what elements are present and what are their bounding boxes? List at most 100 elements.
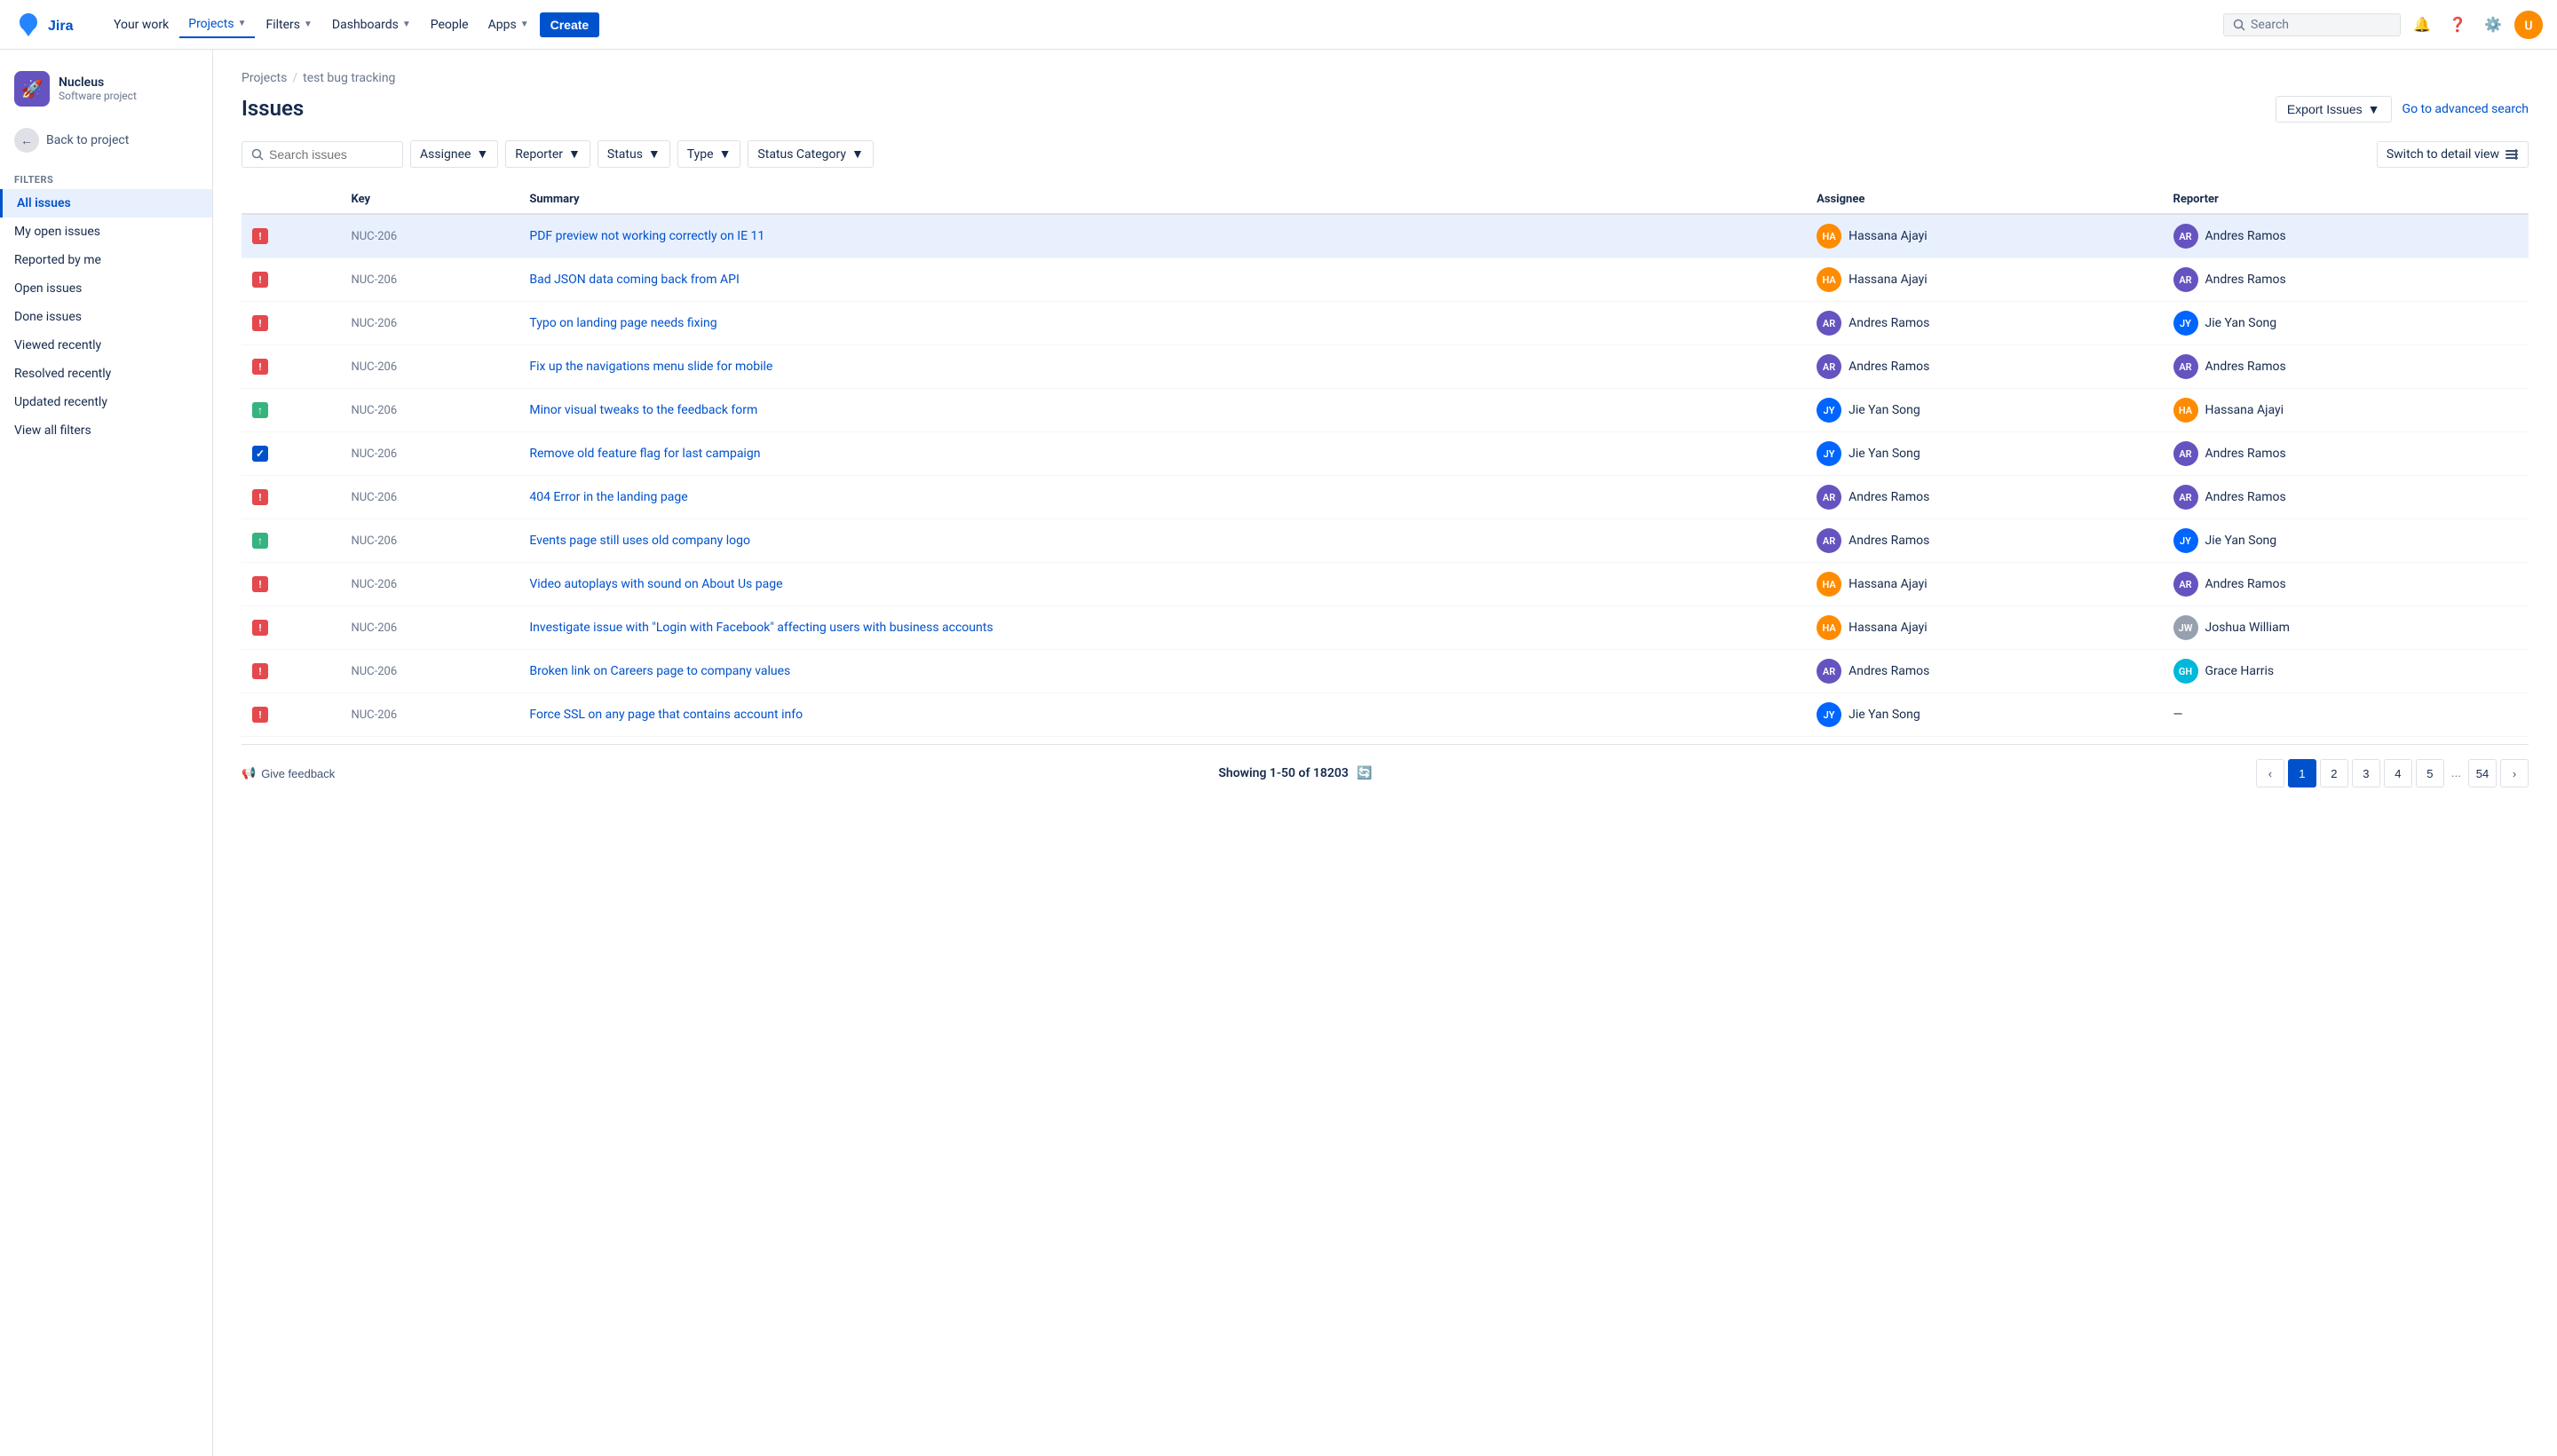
assignee-avatar: AR xyxy=(1817,528,1841,553)
cell-type: ! xyxy=(241,345,340,389)
sidebar-item-view-all-filters[interactable]: View all filters xyxy=(0,416,212,445)
sidebar-item-resolved-recently[interactable]: Resolved recently xyxy=(0,360,212,388)
table-row[interactable]: ↑NUC-206Minor visual tweaks to the feedb… xyxy=(241,389,2529,432)
cell-key: NUC-206 xyxy=(340,432,519,476)
cell-key: NUC-206 xyxy=(340,650,519,693)
cell-type: ✓ xyxy=(241,432,340,476)
detail-view-button[interactable]: Switch to detail view xyxy=(2377,141,2529,168)
cell-summary[interactable]: Minor visual tweaks to the feedback form xyxy=(519,389,1806,432)
cell-summary[interactable]: Video autoplays with sound on About Us p… xyxy=(519,563,1806,606)
cell-reporter: JY Jie Yan Song xyxy=(2163,519,2529,563)
cell-reporter: JY Jie Yan Song xyxy=(2163,302,2529,345)
issues-tbody: !NUC-206PDF preview not working correctl… xyxy=(241,214,2529,737)
cell-key: NUC-206 xyxy=(340,563,519,606)
cell-summary[interactable]: Investigate issue with "Login with Faceb… xyxy=(519,606,1806,650)
cell-summary[interactable]: Events page still uses old company logo xyxy=(519,519,1806,563)
status-filter[interactable]: Status ▼ xyxy=(598,140,670,168)
page-2-button[interactable]: 2 xyxy=(2320,759,2348,787)
create-button[interactable]: Create xyxy=(540,12,600,37)
page-54-button[interactable]: 54 xyxy=(2468,759,2497,787)
col-reporter: Reporter xyxy=(2163,186,2529,214)
next-page-button[interactable]: › xyxy=(2500,759,2529,787)
advanced-search-link[interactable]: Go to advanced search xyxy=(2403,102,2529,116)
cell-summary[interactable]: Broken link on Careers page to company v… xyxy=(519,650,1806,693)
cell-assignee: JY Jie Yan Song xyxy=(1806,389,2162,432)
cell-summary[interactable]: Typo on landing page needs fixing xyxy=(519,302,1806,345)
notifications-button[interactable]: 🔔 xyxy=(2408,11,2436,39)
apps-nav[interactable]: Apps ▼ xyxy=(479,12,538,37)
cell-summary[interactable]: PDF preview not working correctly on IE … xyxy=(519,214,1806,258)
cell-assignee: JY Jie Yan Song xyxy=(1806,693,2162,737)
sidebar-item-my-open-issues[interactable]: My open issues xyxy=(0,218,212,246)
col-assignee: Assignee xyxy=(1806,186,2162,214)
sidebar-items-list: All issuesMy open issuesReported by meOp… xyxy=(0,189,212,445)
reporter-avatar: GH xyxy=(2173,659,2198,684)
user-avatar[interactable]: U xyxy=(2514,11,2543,39)
reporter-filter[interactable]: Reporter ▼ xyxy=(505,140,590,168)
pagination-info: Showing 1-50 of 18203 🔄 xyxy=(1218,766,1372,780)
logo-area[interactable]: Jira xyxy=(14,11,91,39)
status-category-filter[interactable]: Status Category ▼ xyxy=(748,140,873,168)
sidebar-item-all-issues[interactable]: All issues xyxy=(0,189,212,218)
table-row[interactable]: !NUC-206Fix up the navigations menu slid… xyxy=(241,345,2529,389)
cell-type: ! xyxy=(241,606,340,650)
sidebar-item-viewed-recently[interactable]: Viewed recently xyxy=(0,331,212,360)
table-row[interactable]: ↑NUC-206Events page still uses old compa… xyxy=(241,519,2529,563)
settings-button[interactable]: ⚙️ xyxy=(2479,11,2507,39)
table-row[interactable]: !NUC-206Force SSL on any page that conta… xyxy=(241,693,2529,737)
table-row[interactable]: ✓NUC-206Remove old feature flag for last… xyxy=(241,432,2529,476)
feedback-button[interactable]: 📢 Give feedback xyxy=(241,766,335,780)
cell-summary[interactable]: Force SSL on any page that contains acco… xyxy=(519,693,1806,737)
assignee-avatar: HA xyxy=(1817,615,1841,640)
type-filter[interactable]: Type ▼ xyxy=(677,140,741,168)
main-content: Projects / test bug tracking Issues Expo… xyxy=(213,50,2557,1456)
cell-assignee: HA Hassana Ajayi xyxy=(1806,606,2162,650)
table-header: Key Summary Assignee Reporter xyxy=(241,186,2529,214)
table-row[interactable]: !NUC-206404 Error in the landing page AR… xyxy=(241,476,2529,519)
people-nav[interactable]: People xyxy=(422,12,478,37)
breadcrumb-project-link[interactable]: test bug tracking xyxy=(303,71,395,85)
your-work-nav[interactable]: Your work xyxy=(105,12,178,37)
table-row[interactable]: !NUC-206PDF preview not working correctl… xyxy=(241,214,2529,258)
refresh-icon[interactable]: 🔄 xyxy=(1357,766,1372,780)
reporter-avatar: JY xyxy=(2173,528,2198,553)
table-row[interactable]: !NUC-206Typo on landing page needs fixin… xyxy=(241,302,2529,345)
global-search[interactable]: Search xyxy=(2223,13,2401,36)
dashboards-nav[interactable]: Dashboards ▼ xyxy=(323,12,420,37)
cell-summary[interactable]: 404 Error in the landing page xyxy=(519,476,1806,519)
assignee-filter[interactable]: Assignee ▼ xyxy=(410,140,498,168)
search-issues-input[interactable] xyxy=(269,147,393,162)
sidebar-item-reported-by-me[interactable]: Reported by me xyxy=(0,246,212,274)
reporter-avatar: HA xyxy=(2173,398,2198,423)
cell-summary[interactable]: Remove old feature flag for last campaig… xyxy=(519,432,1806,476)
prev-page-button[interactable]: ‹ xyxy=(2256,759,2284,787)
search-issues-field[interactable] xyxy=(241,141,403,168)
help-button[interactable]: ❓ xyxy=(2443,11,2472,39)
breadcrumb-projects-link[interactable]: Projects xyxy=(241,71,287,85)
filters-nav[interactable]: Filters ▼ xyxy=(257,12,321,37)
sidebar-item-open-issues[interactable]: Open issues xyxy=(0,274,212,303)
sidebar-item-updated-recently[interactable]: Updated recently xyxy=(0,388,212,416)
page-ellipsis: ... xyxy=(2448,766,2465,780)
export-button[interactable]: Export Issues ▼ xyxy=(2276,96,2392,123)
table-row[interactable]: !NUC-206Video autoplays with sound on Ab… xyxy=(241,563,2529,606)
pagination-pages: ‹ 1 2 3 4 5 ... 54 › xyxy=(2256,759,2529,787)
page-5-button[interactable]: 5 xyxy=(2416,759,2444,787)
back-to-project[interactable]: ← Back to project xyxy=(0,121,212,160)
table-row[interactable]: !NUC-206Broken link on Careers page to c… xyxy=(241,650,2529,693)
cell-assignee: AR Andres Ramos xyxy=(1806,650,2162,693)
page-3-button[interactable]: 3 xyxy=(2352,759,2380,787)
page-4-button[interactable]: 4 xyxy=(2384,759,2412,787)
search-icon xyxy=(2233,19,2245,31)
projects-nav[interactable]: Projects ▼ xyxy=(179,12,255,38)
cell-key: NUC-206 xyxy=(340,389,519,432)
sidebar-item-done-issues[interactable]: Done issues xyxy=(0,303,212,331)
export-chevron: ▼ xyxy=(2368,102,2380,116)
cell-summary[interactable]: Fix up the navigations menu slide for mo… xyxy=(519,345,1806,389)
projects-chevron: ▼ xyxy=(238,19,247,28)
table-row[interactable]: !NUC-206Investigate issue with "Login wi… xyxy=(241,606,2529,650)
cell-summary[interactable]: Bad JSON data coming back from API xyxy=(519,258,1806,302)
page-1-button[interactable]: 1 xyxy=(2288,759,2316,787)
assignee-avatar: AR xyxy=(1817,354,1841,379)
table-row[interactable]: !NUC-206Bad JSON data coming back from A… xyxy=(241,258,2529,302)
